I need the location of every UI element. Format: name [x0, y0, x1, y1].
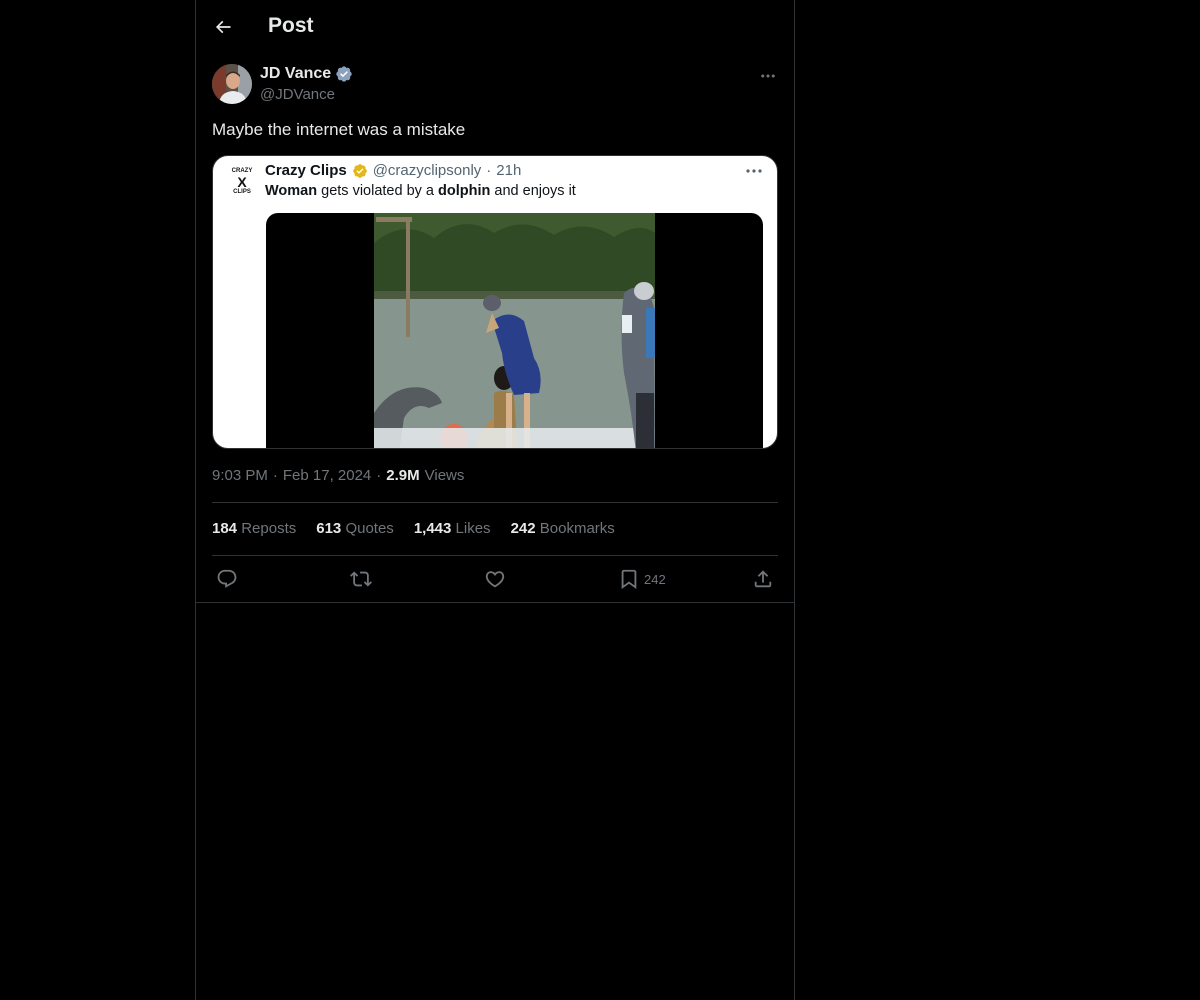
divider [212, 502, 778, 503]
quotes-label: Quotes [345, 520, 394, 537]
logo-text-bottom: CLIPS [233, 189, 251, 195]
quoted-more-icon [743, 164, 765, 178]
bookmarks-label: Bookmarks [539, 520, 615, 537]
quoted-text-part-1: gets violated by a [317, 183, 439, 199]
views-count: 2.9M [386, 467, 420, 484]
bookmark-icon [621, 569, 637, 590]
reposts-stat[interactable]: 184 Reposts [212, 520, 296, 537]
video-thumbnail[interactable] [266, 213, 763, 448]
post-date[interactable]: Feb 17, 2024 [283, 467, 371, 484]
post-text: Maybe the internet was a mistake [212, 120, 466, 139]
quoted-handle: @crazyclipsonly [372, 162, 482, 179]
engagement-stats: 184 Reposts 613 Quotes 1,443 Likes 242 B… [212, 520, 615, 537]
bookmark-count: 242 [644, 571, 666, 587]
quoted-separator: · [486, 162, 492, 179]
like-button[interactable] [484, 563, 506, 595]
action-bar: 242 [196, 563, 794, 595]
meta-separator: · [272, 467, 278, 484]
post-media-image[interactable]: CRAZY X CLIPS Crazy Clips @crazyclipsonl… [212, 155, 778, 449]
author-name-text: JD Vance [260, 65, 332, 82]
divider [196, 602, 794, 603]
logo-text-mid: X [237, 174, 247, 190]
quoted-avatar-logo: CRAZY X CLIPS [225, 164, 259, 200]
heart-icon [485, 571, 505, 588]
repost-button[interactable] [350, 563, 372, 595]
views-label: Views [424, 467, 465, 484]
gold-verified-badge-icon [352, 163, 367, 178]
share-icon [754, 570, 772, 588]
divider [212, 555, 778, 556]
likes-stat[interactable]: 1,443 Likes [414, 520, 491, 537]
reposts-count: 184 [212, 520, 238, 537]
arrow-left-icon [215, 20, 231, 34]
post-time[interactable]: 9:03 PM [212, 467, 268, 484]
author-name[interactable]: JD Vance [260, 65, 353, 83]
quoted-header: Crazy Clips @crazyclipsonly · 21h [265, 162, 521, 179]
more-horizontal-icon [761, 74, 775, 78]
quotes-count: 613 [316, 520, 342, 537]
more-options-button[interactable] [756, 64, 780, 88]
bookmarks-stat[interactable]: 242 Bookmarks [511, 520, 615, 537]
video-scene-image [374, 213, 655, 448]
reposts-label: Reposts [241, 520, 297, 537]
post-header: Post [196, 0, 794, 54]
repost-icon [350, 571, 372, 587]
page-title: Post [268, 14, 314, 37]
reply-button[interactable] [216, 563, 238, 595]
bookmark-button[interactable]: 242 [618, 563, 666, 595]
author-avatar[interactable] [212, 64, 252, 104]
avatar-image [212, 64, 252, 104]
post-column: Post JD Vance @JDVance Maybe the interne… [195, 0, 795, 1000]
share-button[interactable] [752, 563, 774, 595]
verified-badge-icon [336, 66, 352, 82]
quoted-text-bold-1: Woman [265, 183, 318, 199]
quoted-text-bold-2: dolphin [438, 183, 491, 199]
quoted-name: Crazy Clips [265, 162, 347, 179]
author-handle[interactable]: @JDVance [260, 86, 335, 103]
back-button[interactable] [207, 11, 239, 43]
likes-count: 1,443 [413, 520, 452, 537]
quoted-text-part-2: and enjoys it [490, 183, 576, 199]
meta-separator: · [376, 467, 382, 484]
video-frame [374, 213, 655, 448]
quoted-text: Woman gets violated by a dolphin and enj… [265, 183, 576, 199]
quoted-age: 21h [496, 162, 522, 179]
quotes-stat[interactable]: 613 Quotes [316, 520, 394, 537]
reply-icon [217, 569, 237, 588]
likes-label: Likes [455, 520, 491, 537]
bookmarks-count: 242 [510, 520, 536, 537]
post-meta: 9:03 PM · Feb 17, 2024 · 2.9M Views [212, 467, 464, 484]
